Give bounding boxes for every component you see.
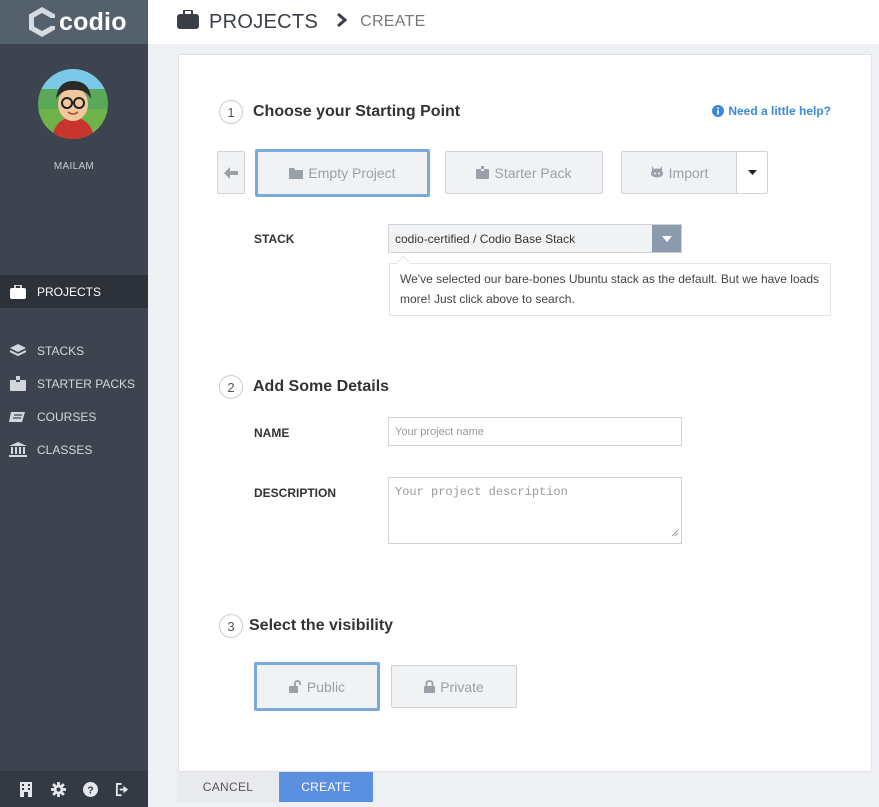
courses-icon: [9, 409, 27, 425]
info-icon: [712, 105, 725, 117]
name-label: NAME: [254, 426, 290, 440]
arrow-left-icon: [224, 166, 238, 179]
create-button[interactable]: CREATE: [279, 772, 373, 802]
action-bar: CANCEL CREATE: [178, 772, 872, 802]
stack-note: We've selected our bare-bones Ubuntu sta…: [389, 263, 831, 316]
project-name-input[interactable]: Your project name: [388, 417, 682, 446]
create-project-panel: 1 Choose your Starting Point Need a litt…: [178, 54, 872, 772]
unlock-icon: [288, 680, 302, 693]
sidebar-item-label: STARTER PACKS: [37, 376, 136, 391]
briefcase-icon: [177, 9, 199, 34]
import-label: Import: [668, 164, 709, 181]
sidebar-item-projects[interactable]: PROJECTS: [0, 275, 148, 308]
step-3-header: 3 Select the visibility: [219, 614, 393, 638]
step-title: Select the visibility: [249, 617, 394, 634]
lock-icon: [424, 680, 436, 693]
gear-icon[interactable]: [50, 781, 66, 797]
step-number: 1: [219, 100, 243, 124]
project-description-input[interactable]: Your project description: [388, 477, 682, 544]
sidebar-item-classes[interactable]: CLASSES: [0, 433, 148, 466]
description-label: DESCRIPTION: [254, 486, 337, 500]
import-button[interactable]: Import: [621, 151, 737, 194]
building-icon[interactable]: [18, 781, 34, 797]
public-label: Public: [306, 678, 346, 695]
cancel-button[interactable]: CANCEL: [178, 772, 278, 802]
private-button[interactable]: Private: [391, 665, 517, 708]
breadcrumb-projects[interactable]: PROJECTS: [209, 11, 318, 34]
step-2-header: 2 Add Some Details: [219, 375, 389, 399]
avatar[interactable]: [38, 69, 108, 139]
logo[interactable]: codio: [0, 0, 148, 44]
starter-pack-button[interactable]: Starter Pack: [445, 151, 603, 194]
resize-handle-icon[interactable]: [671, 527, 679, 541]
help-label: Need a little help?: [728, 104, 831, 118]
username: MAILAM: [53, 161, 95, 172]
header: PROJECTS CREATE: [148, 0, 879, 44]
chevron-right-icon: [336, 12, 348, 32]
stack-label: STACK: [254, 232, 295, 246]
step-1-header: 1 Choose your Starting Point: [219, 100, 460, 124]
layers-icon: [9, 343, 27, 359]
public-button[interactable]: Public: [254, 662, 380, 711]
sidebar-item-label: PROJECTS: [37, 284, 102, 299]
starter-pack-label: Starter Pack: [494, 164, 572, 181]
logo-text: codio: [59, 7, 127, 36]
briefcase-icon: [9, 284, 27, 300]
sidebar-footer: ?: [0, 771, 148, 807]
caret-down-icon: [652, 225, 681, 252]
breadcrumb-create: CREATE: [360, 13, 426, 30]
logout-icon[interactable]: [114, 781, 130, 797]
step-number: 2: [219, 375, 243, 399]
help-icon[interactable]: ?: [82, 781, 98, 797]
github-icon: [650, 166, 664, 179]
sidebar-item-starter-packs[interactable]: STARTER PACKS: [0, 367, 148, 400]
folder-icon: [289, 167, 304, 179]
institution-icon: [9, 442, 27, 458]
back-button[interactable]: [217, 151, 245, 194]
sidebar-item-label: STACKS: [37, 343, 85, 358]
sidebar-item-courses[interactable]: COURSES: [0, 400, 148, 433]
box-icon: [476, 166, 490, 179]
codio-logo-icon: [27, 6, 57, 38]
svg-text:?: ?: [87, 785, 93, 796]
empty-project-label: Empty Project: [308, 165, 396, 181]
sidebar-item-label: CLASSES: [37, 442, 93, 457]
stack-select[interactable]: codio-certified / Codio Base Stack: [388, 224, 682, 253]
help-link[interactable]: Need a little help?: [712, 104, 831, 118]
stack-value: codio-certified / Codio Base Stack: [395, 231, 576, 246]
private-label: Private: [440, 678, 484, 695]
import-dropdown-button[interactable]: [736, 151, 768, 194]
caret-down-icon: [747, 170, 757, 175]
step-title: Choose your Starting Point: [253, 103, 461, 120]
step-number: 3: [219, 614, 243, 638]
sidebar: codio MAILAM PROJECTS STACKS STARTER PAC…: [0, 0, 148, 807]
empty-project-button[interactable]: Empty Project: [255, 149, 430, 197]
description-placeholder: Your project description: [395, 485, 568, 499]
sidebar-item-stacks[interactable]: STACKS: [0, 334, 148, 367]
step-title: Add Some Details: [253, 378, 390, 395]
box-icon: [9, 376, 27, 392]
sidebar-item-label: COURSES: [37, 409, 97, 424]
